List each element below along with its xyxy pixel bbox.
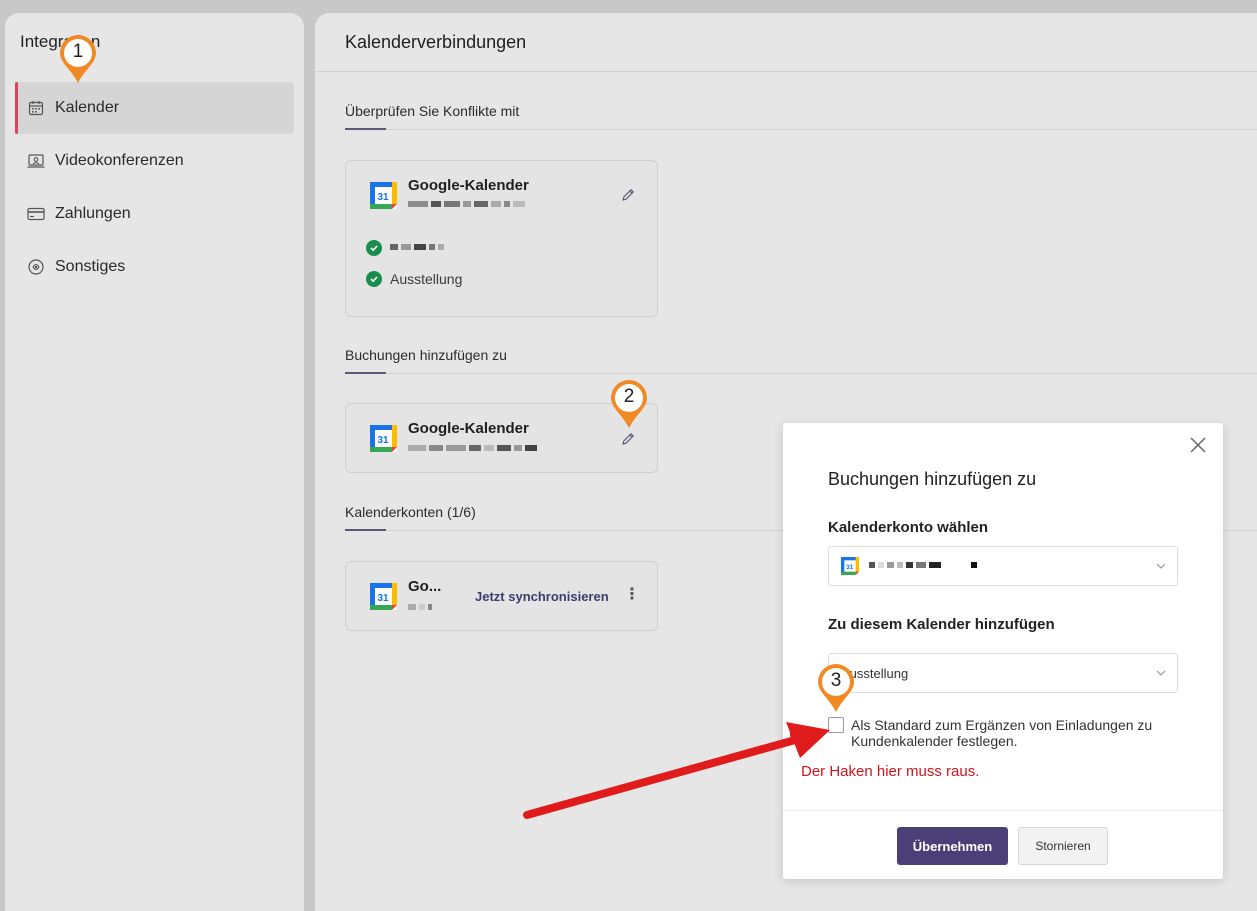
marker-number: 1: [72, 41, 84, 62]
check-icon: [366, 271, 382, 287]
add-bookings-dialog: Buchungen hinzufügen zu Kalenderkonto wä…: [783, 423, 1223, 879]
edit-pencil-icon[interactable]: [620, 187, 636, 203]
page-title: Kalenderverbindungen: [345, 32, 527, 52]
google-calendar-icon: 31: [370, 583, 397, 610]
calendar-icon: [27, 99, 45, 117]
section-label-conflicts: Überprüfen Sie Konflikte mit: [345, 103, 520, 119]
calendar-entry-ausstellung: Ausstellung: [366, 271, 462, 287]
annotation-marker-2: 2: [608, 378, 650, 430]
google-calendar-icon: 31: [370, 182, 397, 209]
default-calendar-checkbox-label: Als Standard zum Ergänzen von Einladunge…: [851, 717, 1153, 749]
sidebar-item-kalender[interactable]: Kalender: [15, 82, 294, 134]
sidebar-item-label: Videokonferenzen: [55, 152, 184, 169]
chevron-down-icon: [1156, 563, 1166, 569]
redacted-email: [408, 604, 432, 612]
sidebar-item-zahlungen[interactable]: Zahlungen: [15, 188, 294, 240]
section-label-add-bookings: Buchungen hinzufügen zu: [345, 347, 507, 363]
dialog-footer: Übernehmen Stornieren: [783, 810, 1223, 879]
annotation-note: Der Haken hier muss raus.: [801, 763, 980, 780]
chevron-down-icon: [1156, 670, 1166, 676]
check-icon: [366, 240, 382, 256]
section-divider: [345, 372, 1257, 374]
marker-number: 2: [623, 386, 635, 407]
sidebar-item-label: Zahlungen: [55, 205, 131, 222]
sync-now-link[interactable]: Jetzt synchronisieren: [475, 589, 609, 604]
redacted-account: [869, 562, 977, 570]
svg-text:31: 31: [377, 192, 389, 203]
annotation-marker-1: 1: [57, 33, 99, 85]
sidebar-item-sonstiges[interactable]: Sonstiges: [15, 241, 294, 293]
sidebar-item-label: Kalender: [55, 99, 120, 116]
card-title: Google-Kalender: [408, 420, 529, 437]
card-title: Go...: [408, 578, 442, 595]
google-calendar-icon: 31: [841, 557, 859, 575]
video-icon: [27, 152, 45, 170]
redacted-email: [408, 201, 525, 209]
more-options-icon[interactable]: ⋮: [624, 584, 640, 604]
svg-text:31: 31: [846, 564, 854, 571]
other-icon: [27, 258, 45, 276]
redacted-email: [408, 445, 537, 453]
account-select[interactable]: 31: [828, 546, 1178, 586]
dialog-title: Buchungen hinzufügen zu: [828, 469, 1037, 489]
svg-text:31: 31: [377, 593, 389, 604]
cancel-button[interactable]: Stornieren: [1018, 827, 1108, 865]
main-header: Kalenderverbindungen: [315, 13, 1257, 72]
account-select-label: Kalenderkonto wählen: [828, 519, 989, 536]
section-divider: [345, 128, 1257, 130]
section-label-accounts: Kalenderkonten (1/6): [345, 504, 476, 520]
conflicts-calendar-card: 31 Google-Kalender Ausstellung: [345, 160, 658, 317]
calendar-entry-redacted: [366, 240, 444, 256]
apply-button[interactable]: Übernehmen: [897, 827, 1008, 865]
sidebar-item-label: Sonstiges: [55, 258, 126, 275]
calendar-name: Ausstellung: [390, 271, 463, 287]
calendar-select-label: Zu diesem Kalender hinzufügen: [828, 616, 1055, 633]
credit-card-icon: [27, 205, 45, 223]
annotation-marker-3: 3: [815, 662, 857, 714]
svg-text:31: 31: [377, 435, 389, 446]
default-calendar-checkbox[interactable]: [828, 717, 844, 733]
close-icon[interactable]: [1189, 436, 1207, 454]
sidebar: Integration Kalender Videokonferenzen Za…: [5, 13, 304, 911]
edit-pencil-icon[interactable]: [620, 431, 636, 447]
google-calendar-icon: 31: [370, 425, 397, 452]
sidebar-item-videokonferenzen[interactable]: Videokonferenzen: [15, 135, 294, 187]
calendar-account-card: 31 Go... Jetzt synchronisieren ⋮: [345, 561, 658, 631]
card-title: Google-Kalender: [408, 177, 529, 194]
marker-number: 3: [830, 670, 842, 691]
calendar-select[interactable]: Ausstellung: [828, 653, 1178, 693]
